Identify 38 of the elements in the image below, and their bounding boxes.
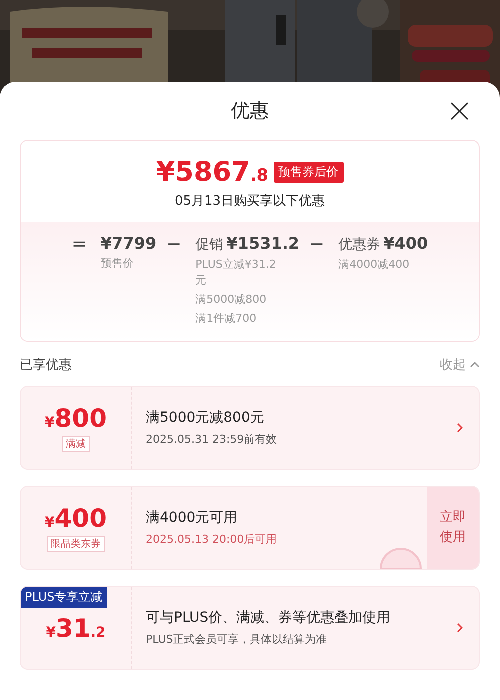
price-tag: 预售券后价 <box>274 162 344 183</box>
coupon-amount: ¥31.2 <box>46 614 106 642</box>
coupon-title: 满5000元减800元 <box>146 409 266 427</box>
final-price: ¥5867.8 <box>156 157 269 188</box>
chevron-right-icon <box>457 423 463 433</box>
sheet-title: 优惠 <box>231 99 269 124</box>
coupon-title: 可与PLUS价、满减、券等优惠叠加使用 <box>146 609 392 627</box>
operator: = <box>72 234 87 257</box>
breakdown-label: 促销 <box>196 236 224 254</box>
operator: − <box>310 234 325 257</box>
breakdown-note: 满5000减800 <box>196 292 268 308</box>
operator: − <box>166 234 182 257</box>
coupon-card[interactable]: ¥400 限品类东券 满4000元可用 2025.05.13 20:00后可用 立即使用 <box>20 486 480 570</box>
coupon-card[interactable]: ¥800 满减 满5000元减800元 2025.05.31 23:59前有效 <box>20 386 480 470</box>
coupon-validity: 2025.05.31 23:59前有效 <box>146 432 278 447</box>
date-line: 05月13日购买享以下优惠 <box>174 193 326 210</box>
coupon-validity: 2025.05.13 20:00后可用 <box>146 532 278 547</box>
breakdown-amount: ¥1531.2 <box>226 234 300 253</box>
coupon-title: 满4000元可用 <box>146 509 239 527</box>
breakdown-label: 优惠券 <box>338 236 381 254</box>
breakdown-note: 满4000减400 <box>338 257 411 273</box>
plus-ribbon: PLUS专享立减 <box>21 587 107 608</box>
breakdown-note: 预售价 <box>100 256 135 272</box>
close-button[interactable]: × <box>440 94 480 128</box>
coupon-amount: ¥800 <box>45 404 107 433</box>
use-now-button[interactable]: 立即使用 <box>427 487 479 569</box>
breakdown-amount: ¥400 <box>384 234 428 253</box>
chevron-icon <box>470 362 480 368</box>
breakdown-note: 满1件减700 <box>196 311 258 327</box>
chevron-right-icon <box>457 623 463 633</box>
breakdown-amount: ¥7799 <box>100 234 157 253</box>
breakdown-note: PLUS立减¥31.2元 <box>196 257 278 289</box>
coupon-validity: PLUS正式会员可享，具体以结算为准 <box>146 632 328 647</box>
coupon-tag: 满减 <box>62 436 90 452</box>
coupon-amount: ¥400 <box>45 504 107 533</box>
coupon-card[interactable]: PLUS专享立减 ¥31.2 可与PLUS价、满减、券等优惠叠加使用 PLUS正式会员可享，具体以结算为准 <box>20 586 480 670</box>
coupon-tag: 限品类东券 <box>47 536 105 552</box>
section-title: 已享优惠 <box>20 357 72 374</box>
